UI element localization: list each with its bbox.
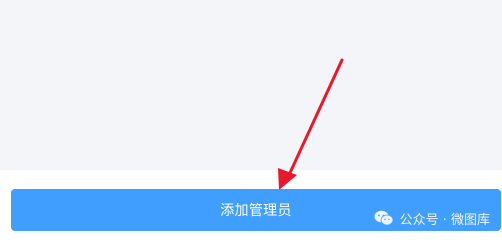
content-area — [0, 0, 502, 170]
watermark: 公众号 · 微图库 — [374, 208, 490, 228]
watermark-text: 公众号 · 微图库 — [399, 212, 490, 228]
wechat-icon — [374, 210, 393, 226]
